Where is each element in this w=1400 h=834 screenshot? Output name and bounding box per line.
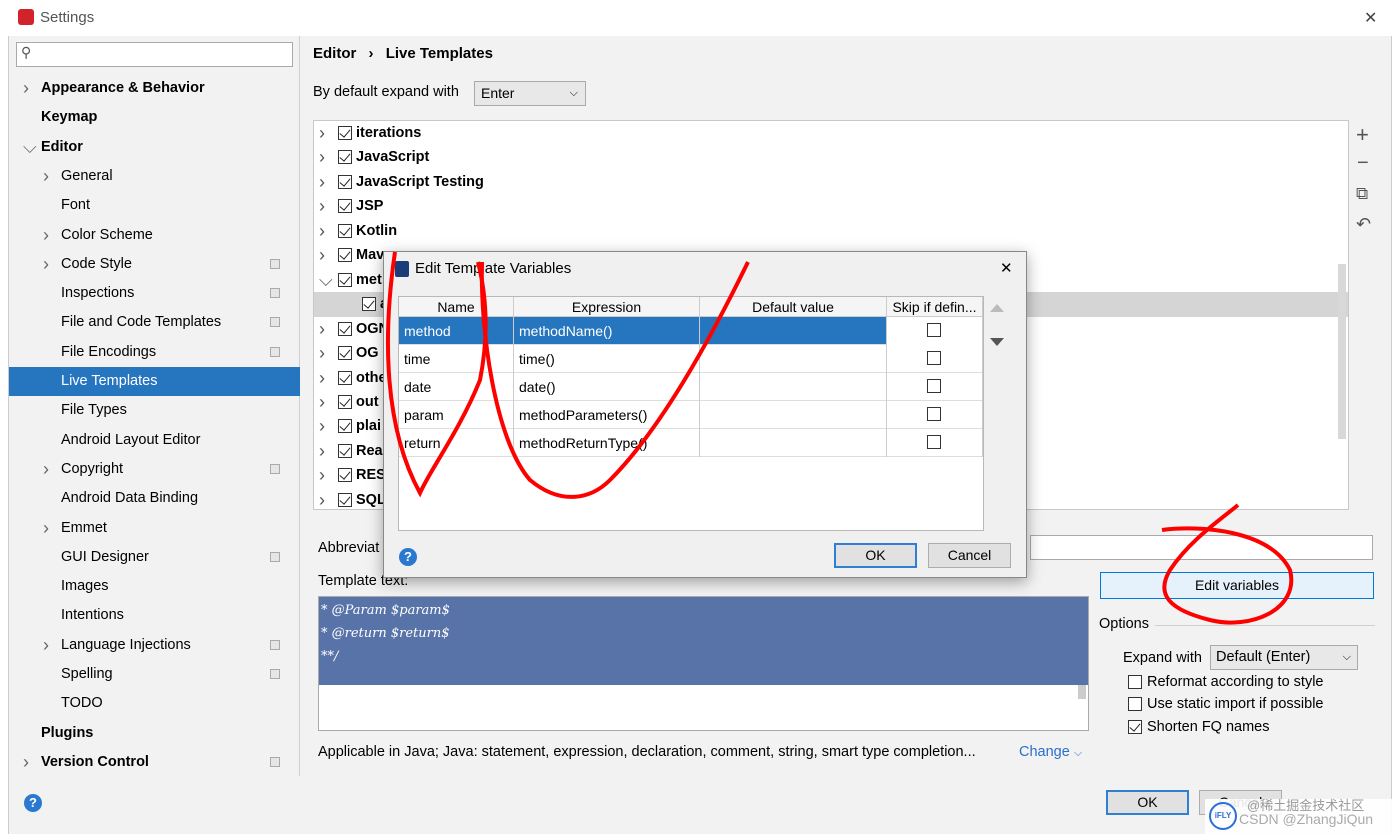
annotation-stroke-3 — [1161, 503, 1294, 625]
annotation-stroke-2 — [479, 261, 750, 499]
watermark-credit: CSDN @ZhangJiQun — [1239, 811, 1374, 827]
red-annotation-strokes — [385, 251, 1294, 625]
watermark: iFLY @稀土掘金技术社区 CSDN @ZhangJiQun — [1205, 798, 1395, 834]
watermark-logo: iFLY — [1209, 802, 1237, 830]
annotation-stroke-1 — [385, 251, 488, 498]
